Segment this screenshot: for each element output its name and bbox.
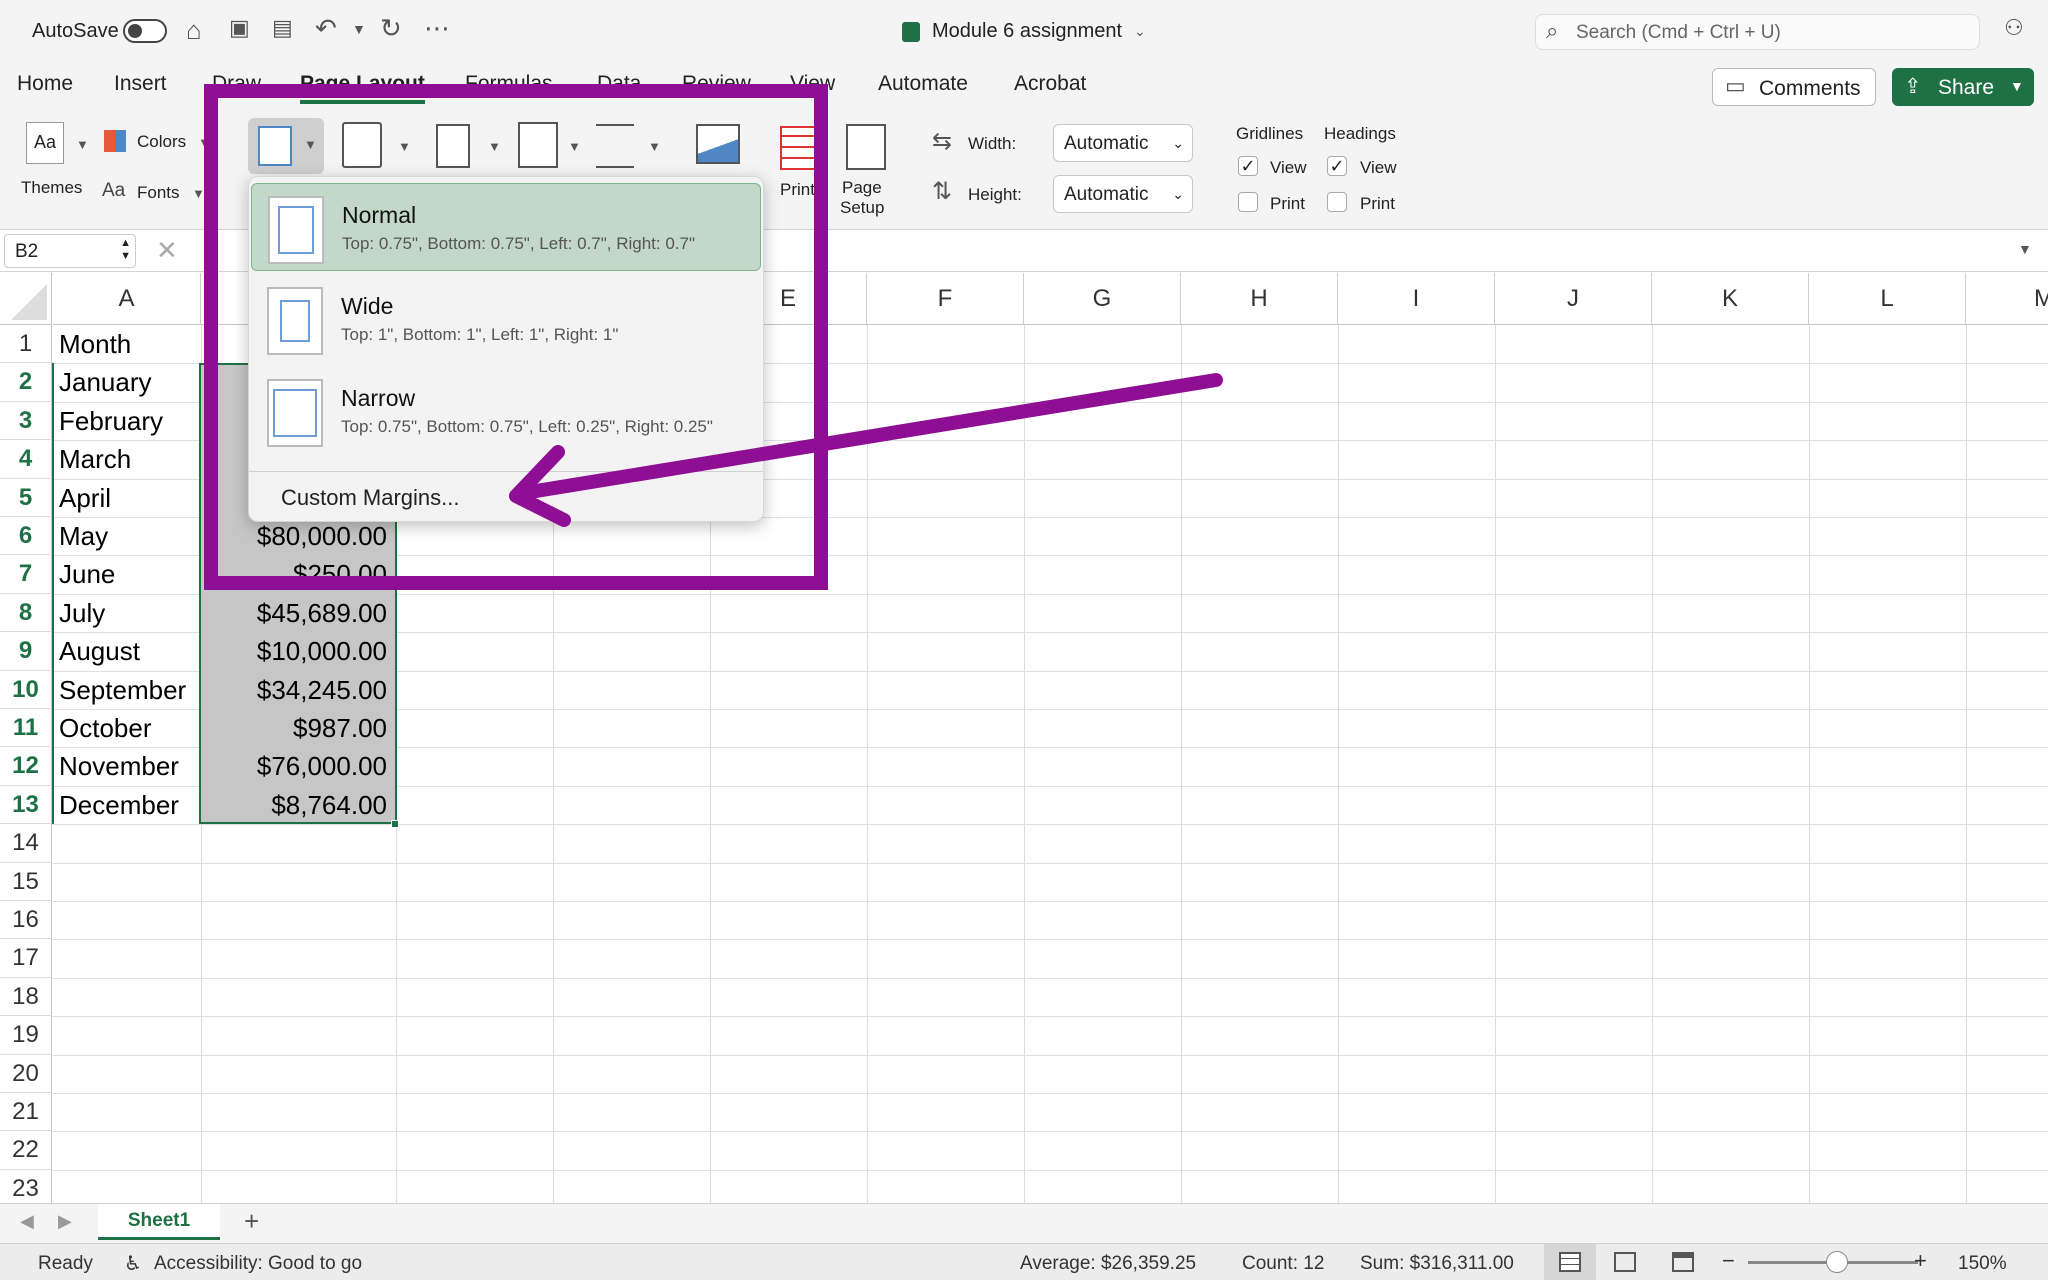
zoom-level[interactable]: 150% bbox=[1958, 1253, 2007, 1275]
accessibility-icon: ♿ bbox=[124, 1253, 142, 1275]
status-ready: Ready bbox=[38, 1253, 93, 1274]
annotation-arrow-shaft bbox=[523, 373, 1223, 499]
status-accessibility[interactable]: Accessibility: Good to go bbox=[154, 1253, 362, 1275]
normal-view-button[interactable] bbox=[1544, 1244, 1596, 1280]
zoom-out-icon[interactable]: − bbox=[1722, 1248, 1735, 1274]
page-break-view-icon[interactable] bbox=[1672, 1252, 1694, 1272]
sheet-tab-sheet1[interactable]: Sheet1 bbox=[98, 1204, 220, 1240]
status-average: Average: $26,359.25 bbox=[1020, 1253, 1197, 1274]
sheet-tab-label: Sheet1 bbox=[127, 1210, 191, 1231]
status-count: Count: 12 bbox=[1242, 1253, 1325, 1274]
annotation-highlight-box bbox=[204, 84, 828, 590]
zoom-in-icon[interactable]: + bbox=[1914, 1248, 1927, 1274]
status-bar: Ready ♿ Accessibility: Good to go Averag… bbox=[0, 1243, 2048, 1280]
zoom-slider-thumb[interactable] bbox=[1826, 1251, 1848, 1273]
sheet-tab-bar: ◀ ▶ Sheet1 + bbox=[0, 1203, 2048, 1243]
page-layout-view-icon[interactable] bbox=[1614, 1252, 1636, 1272]
status-sum: Sum: $316,311.00 bbox=[1360, 1253, 1514, 1274]
add-sheet-icon[interactable]: + bbox=[244, 1208, 259, 1234]
normal-view-icon bbox=[1559, 1252, 1581, 1272]
prev-sheet-icon[interactable]: ◀ bbox=[20, 1212, 34, 1230]
annotation-overlay bbox=[204, 84, 1223, 590]
next-sheet-icon[interactable]: ▶ bbox=[58, 1212, 72, 1230]
